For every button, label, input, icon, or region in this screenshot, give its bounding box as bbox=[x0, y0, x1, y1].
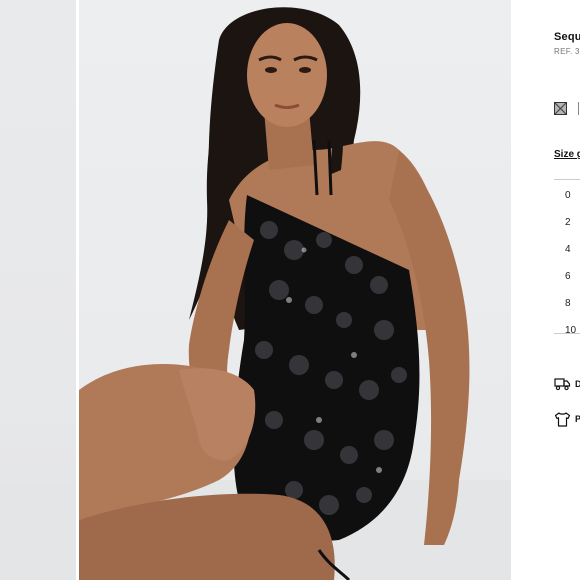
size-option[interactable]: 2 bbox=[554, 213, 580, 240]
size-option[interactable]: 0 bbox=[554, 186, 580, 213]
main-product-image[interactable] bbox=[79, 0, 511, 580]
model-illustration bbox=[79, 7, 511, 580]
gallery-thumbnail[interactable] bbox=[0, 0, 76, 580]
returns-label: P bbox=[575, 414, 580, 424]
swatch-pattern-icon bbox=[555, 103, 566, 114]
color-swatch-selected[interactable] bbox=[554, 102, 567, 115]
product-title: Sequ bbox=[554, 31, 580, 43]
size-option[interactable]: 6 bbox=[554, 267, 580, 294]
thumbnail-floor bbox=[0, 485, 76, 580]
product-reference: REF. 3 bbox=[554, 47, 580, 56]
size-list-bottom-divider bbox=[554, 333, 580, 334]
size-option[interactable]: 4 bbox=[554, 240, 580, 267]
product-info-panel: Sequ REF. 3 Size g 0 2 4 6 8 10 D P bbox=[511, 0, 580, 580]
delivery-label: D bbox=[575, 379, 580, 389]
size-list: 0 2 4 6 8 10 bbox=[554, 186, 580, 334]
truck-icon bbox=[554, 378, 571, 391]
size-guide-link[interactable]: Size g bbox=[554, 149, 580, 160]
size-option[interactable]: 8 bbox=[554, 294, 580, 321]
size-list-divider bbox=[554, 179, 580, 180]
shirt-icon bbox=[554, 412, 571, 427]
